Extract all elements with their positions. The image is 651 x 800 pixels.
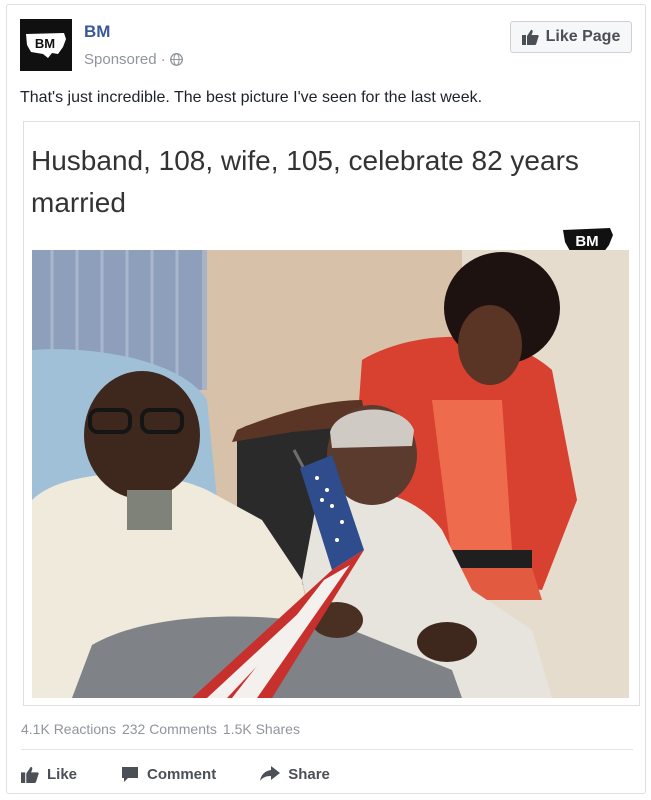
share-button[interactable]: Share	[260, 766, 330, 783]
image-headline: Husband, 108, wife, 105, celebrate 82 ye…	[31, 145, 579, 218]
bm-logo-icon: BM	[26, 33, 66, 58]
photo	[32, 250, 629, 698]
shares-count[interactable]: 1.5K Shares	[223, 721, 300, 737]
divider	[21, 749, 633, 750]
comments-count[interactable]: 232 Comments	[122, 721, 217, 737]
watermark-text: BM	[575, 233, 598, 250]
comment-button[interactable]: Comment	[121, 766, 216, 783]
engagement-counts: 4.1K Reactions 232 Comments 1.5K Shares	[21, 721, 300, 737]
thumbs-up-icon	[21, 766, 39, 783]
couple-photo-illustration	[32, 250, 629, 698]
like-label: Like	[47, 765, 78, 783]
post-text: That's just incredible. The best picture…	[20, 89, 483, 106]
post-meta: Sponsored ·	[84, 51, 183, 68]
comment-label: Comment	[147, 765, 217, 783]
globe-icon	[169, 53, 183, 66]
post-header: BM BM Sponsored · Like Page	[20, 19, 632, 75]
thumbs-up-icon	[521, 29, 539, 45]
page-name[interactable]: BM	[84, 22, 110, 42]
share-arrow-icon	[260, 766, 281, 781]
share-label: Share	[288, 765, 330, 783]
like-page-button[interactable]: Like Page	[510, 21, 632, 53]
comment-icon	[122, 766, 139, 782]
meta-separator: ·	[160, 51, 166, 68]
like-button[interactable]: Like	[21, 766, 77, 783]
like-page-label: Like Page	[545, 28, 621, 45]
sponsored-post-card: BM BM Sponsored · Like Page That's just …	[6, 4, 646, 794]
shared-image[interactable]: Husband, 108, wife, 105, celebrate 82 ye…	[23, 121, 640, 706]
action-bar: Like Comment Share	[21, 761, 374, 787]
page-avatar[interactable]: BM	[20, 19, 72, 71]
sponsored-label[interactable]: Sponsored	[84, 51, 157, 68]
logo-text: BM	[35, 36, 55, 51]
reactions-count[interactable]: 4.1K Reactions	[21, 721, 116, 737]
